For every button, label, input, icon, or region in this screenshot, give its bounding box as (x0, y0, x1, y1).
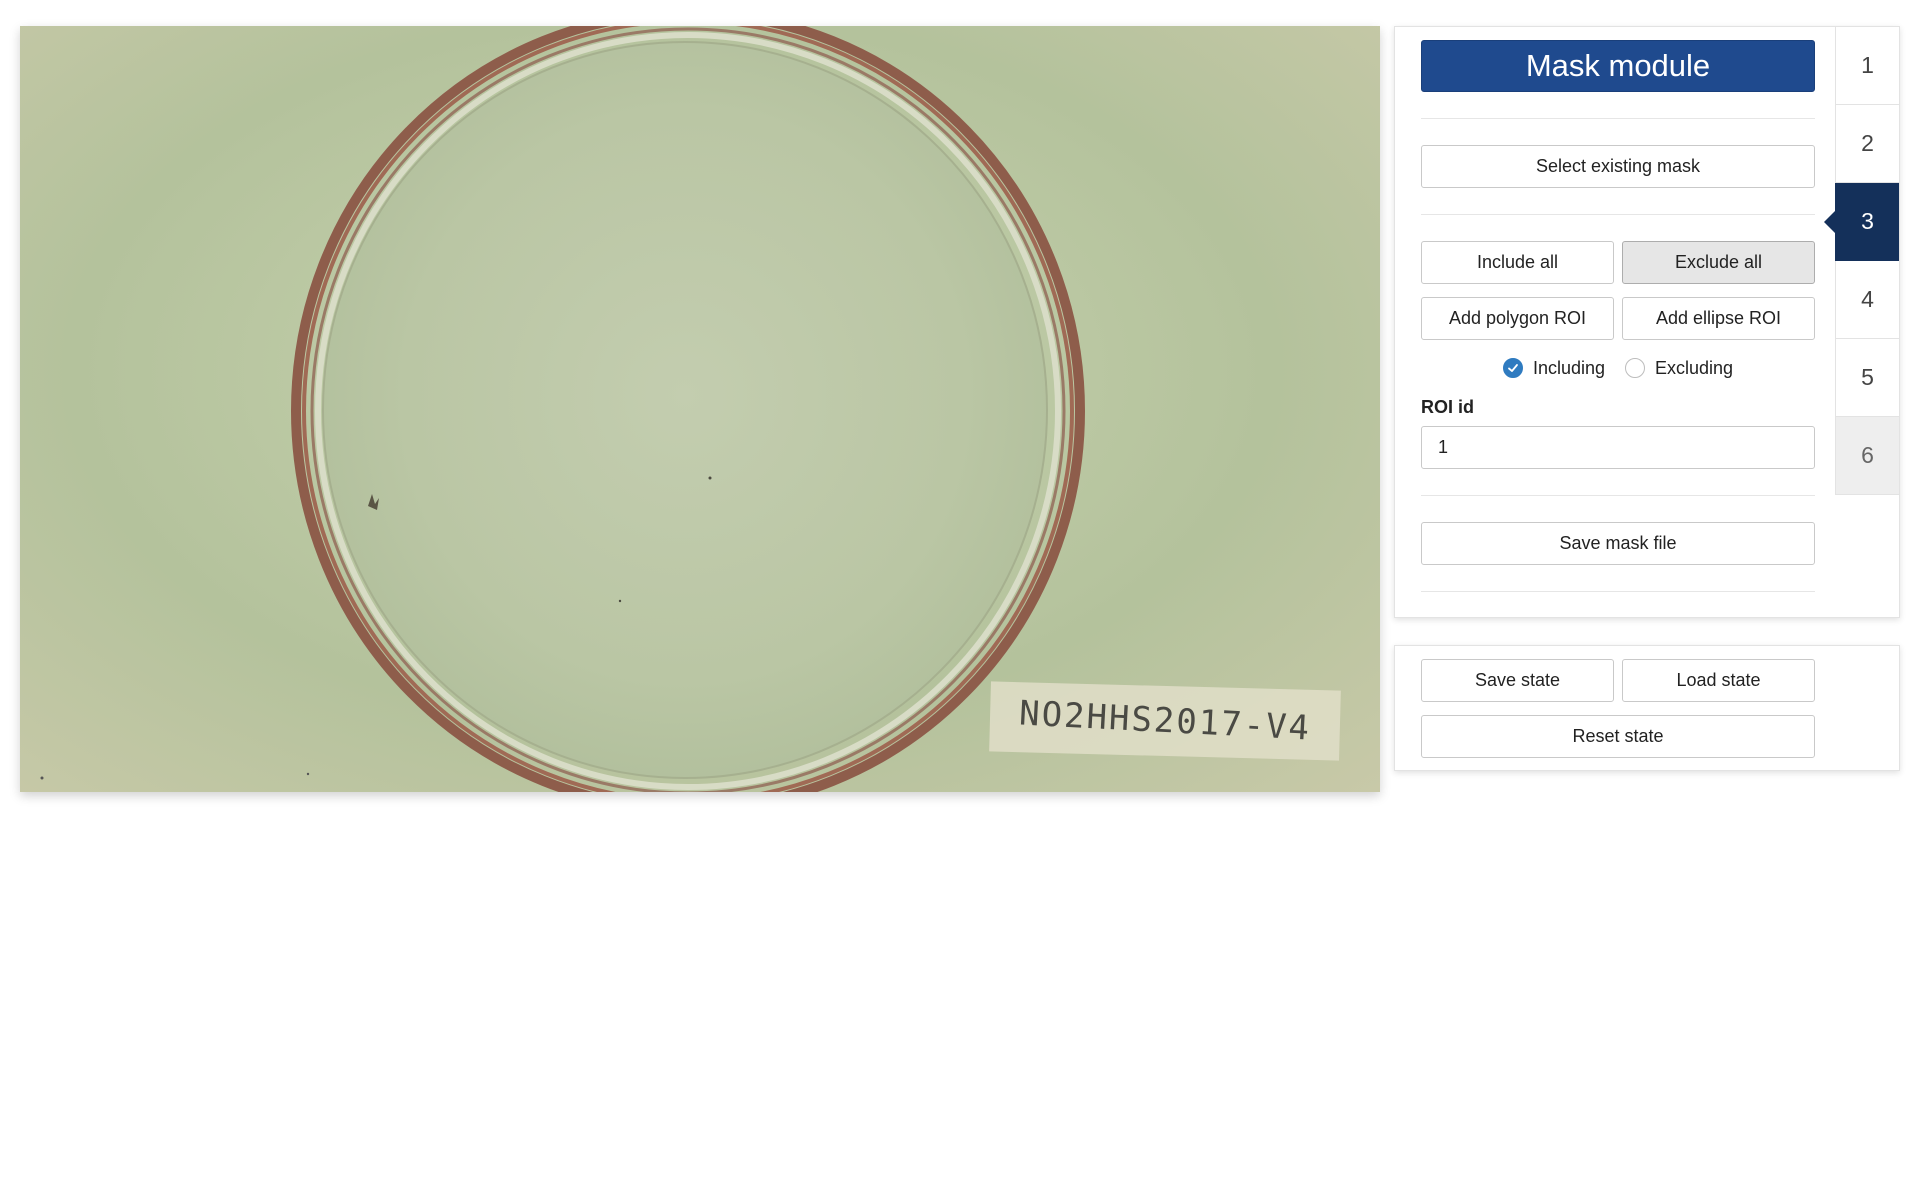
add-ellipse-roi-button[interactable]: Add ellipse ROI (1622, 297, 1815, 340)
radio-checked-icon[interactable] (1502, 358, 1523, 378)
petri-dish-image (40, 26, 1085, 792)
state-content: Save state Load state Reset state (1421, 659, 1815, 758)
include-all-button[interactable]: Include all (1421, 241, 1614, 284)
save-state-button[interactable]: Save state (1421, 659, 1614, 702)
including-label: Including (1532, 357, 1605, 378)
state-panel: Save state Load state Reset state (1394, 645, 1900, 771)
divider (1421, 591, 1815, 592)
divider (1421, 118, 1815, 119)
step-tab-3[interactable]: 3 (1824, 183, 1899, 261)
load-state-button[interactable]: Load state (1622, 659, 1815, 702)
include-exclude-row: Include all Exclude all (1421, 241, 1815, 284)
save-mask-file-button[interactable]: Save mask file (1421, 522, 1815, 565)
app-root: NO2HHS2017-V4 Mask module Select existin… (0, 0, 1920, 1200)
mask-module-panel: Mask module Select existing mask Include… (1394, 26, 1900, 618)
plate-label-text: NO2HHS2017-V4 (1018, 693, 1312, 749)
add-roi-row: Add polygon ROI Add ellipse ROI (1421, 297, 1815, 340)
roi-id-input[interactable] (1421, 426, 1815, 469)
reset-state-button[interactable]: Reset state (1421, 715, 1815, 758)
step-tab-6[interactable]: 6 (1835, 417, 1899, 495)
step-tab-5[interactable]: 5 (1835, 339, 1899, 417)
step-tab-4[interactable]: 4 (1835, 261, 1899, 339)
excluding-label: Excluding (1655, 357, 1734, 378)
plate-label: NO2HHS2017-V4 (989, 681, 1341, 761)
step-tabs: 1 2 3 4 5 6 (1824, 27, 1899, 495)
roi-mode-radio-group: Including Excluding (1421, 353, 1815, 383)
step-tab-2[interactable]: 2 (1835, 105, 1899, 183)
image-viewer[interactable]: NO2HHS2017-V4 (20, 26, 1380, 792)
excluding-radio[interactable]: Excluding (1625, 358, 1733, 379)
step-tab-1[interactable]: 1 (1835, 27, 1899, 105)
add-polygon-roi-button[interactable]: Add polygon ROI (1421, 297, 1614, 340)
mask-module-content: Mask module Select existing mask Include… (1421, 40, 1815, 618)
radio-unchecked-icon[interactable] (1625, 358, 1645, 378)
including-radio[interactable]: Including (1502, 357, 1605, 379)
divider (1421, 495, 1815, 496)
divider (1421, 214, 1815, 215)
exclude-all-button[interactable]: Exclude all (1622, 241, 1815, 284)
module-title: Mask module (1421, 40, 1815, 92)
state-row: Save state Load state (1421, 659, 1815, 702)
select-existing-mask-button[interactable]: Select existing mask (1421, 145, 1815, 188)
roi-id-label: ROI id (1421, 397, 1474, 417)
